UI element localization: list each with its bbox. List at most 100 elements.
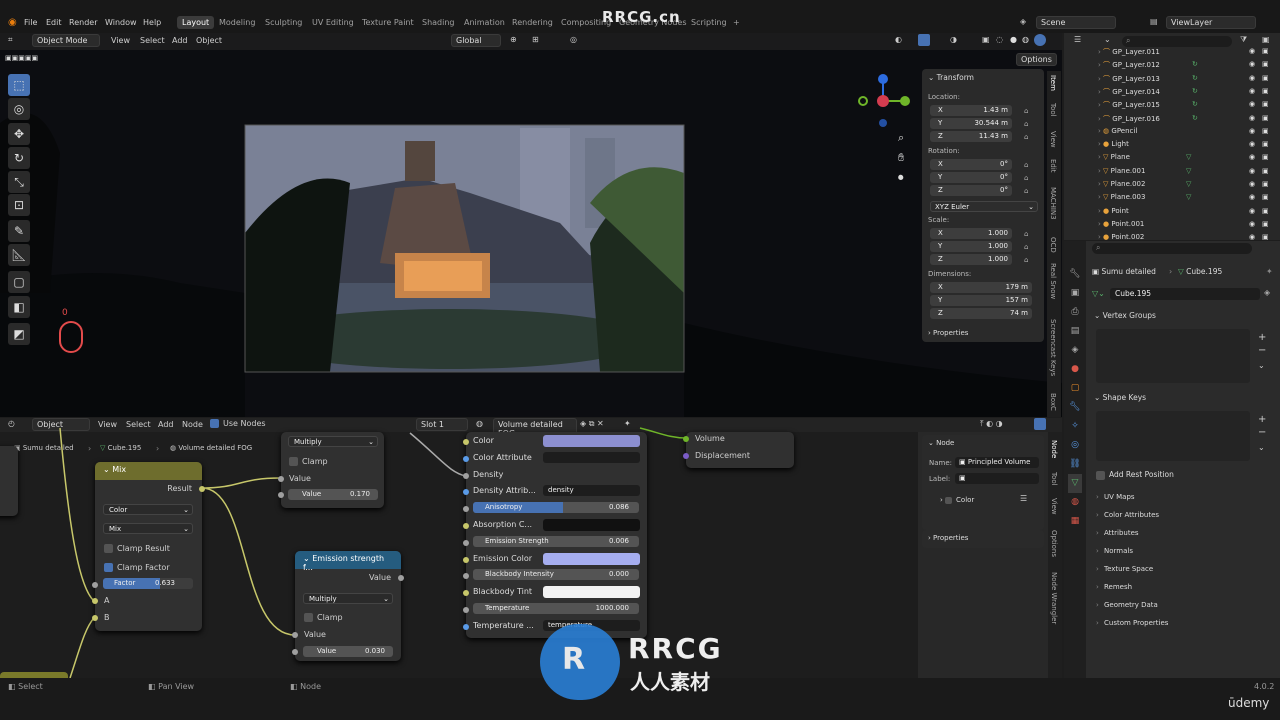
pv-input-socket[interactable] [463, 523, 469, 529]
material-output-node[interactable]: Volume Displacement [683, 432, 794, 468]
render-camera-icon[interactable]: ▣ [1262, 180, 1269, 188]
tab-real-snow[interactable]: Real Snow [1049, 263, 1057, 299]
zoom-icon[interactable]: ⌕ [898, 131, 904, 145]
principled-volume-node[interactable]: Color Color Attribute Density Density Attri… [463, 432, 647, 638]
pv-slider-field[interactable]: Emission Strength 0.006 [473, 535, 639, 547]
outliner-row[interactable]: › ● Point ◉ ▣ [1098, 207, 1273, 220]
pv-slider-field[interactable]: Blackbody Intensity 0.000 [473, 569, 639, 581]
render-camera-icon[interactable]: ▣ [1262, 87, 1269, 95]
mix-result-socket[interactable] [199, 486, 205, 492]
object-tab-icon[interactable]: ▢ [1068, 379, 1082, 398]
view-layer-tab-icon[interactable]: ▤ [1068, 322, 1082, 341]
dimension-y-field[interactable]: Y 157 m [930, 295, 1032, 306]
vertex-groups-list[interactable] [1096, 329, 1250, 383]
modifier-tab-icon[interactable]: 🔧︎ [1068, 398, 1082, 417]
shape-keys-list[interactable] [1096, 411, 1250, 461]
blender-logo-icon[interactable]: ◉ [8, 17, 17, 28]
factor-slider[interactable]: Factor 0.633 [103, 578, 193, 589]
properties-section-remesh[interactable]: › Remesh [1094, 580, 1274, 596]
world-tab-icon[interactable]: ● [1068, 360, 1082, 379]
render-camera-icon[interactable]: ▣ [1262, 140, 1269, 148]
node-label-field[interactable]: ▣ [955, 473, 1039, 484]
location-lock-icons[interactable]: ⌂ ⌂ ⌂ [1024, 105, 1028, 144]
expand-arrow-icon[interactable]: › [1098, 48, 1101, 56]
location-y-field[interactable]: Y 30.544 m [930, 118, 1012, 129]
render-camera-icon[interactable]: ▣ [1262, 153, 1269, 161]
properties-section-uv-maps[interactable]: › UV Maps [1094, 490, 1274, 506]
material-tab-icon[interactable]: ◍ [1068, 493, 1082, 512]
tab-node-view[interactable]: View [1050, 498, 1058, 515]
render-camera-icon[interactable]: ▣ [1262, 60, 1269, 68]
outliner-row[interactable]: › ⌒ GP_Layer.012 ◉ ▣ ↻ [1098, 60, 1273, 73]
volume-socket[interactable] [683, 436, 689, 442]
render-camera-icon[interactable]: ▣ [1262, 233, 1269, 241]
render-camera-icon[interactable]: ▣ [1262, 47, 1269, 55]
tab-scripting[interactable]: Scripting [691, 18, 727, 27]
display-mode-icon[interactable]: ⌄ [1104, 35, 1111, 44]
location-z-field[interactable]: Z 11.43 m [930, 131, 1012, 142]
visibility-eye-icon[interactable]: ◉ [1249, 140, 1255, 148]
properties-section-custom-properties[interactable]: › Custom Properties [1094, 616, 1274, 632]
pv-input-socket[interactable] [463, 489, 469, 496]
emission-value-field[interactable]: Value 0.030 [303, 646, 393, 657]
clamp-factor-checkbox[interactable]: Clamp Factor [104, 563, 170, 572]
pv-input-socket[interactable] [463, 506, 469, 513]
pan-hand-icon[interactable]: ✋︎ [898, 151, 904, 165]
vertex-groups-header[interactable]: ⌄ Vertex Groups [1094, 311, 1156, 320]
shape-key-specials-icon[interactable]: ⌄ [1258, 443, 1265, 452]
expand-arrow-icon[interactable]: › [1098, 101, 1101, 109]
rotation-z-field[interactable]: Z 0° [930, 185, 1012, 196]
expand-arrow-icon[interactable]: › [1098, 233, 1101, 241]
render-camera-icon[interactable]: ▣ [1262, 167, 1269, 175]
tab-node-tool[interactable]: Tool [1050, 472, 1058, 486]
displacement-socket[interactable] [683, 453, 689, 459]
rotation-x-field[interactable]: X 0° [930, 159, 1012, 170]
pv-attribute-field[interactable] [543, 451, 640, 463]
vertex-group-specials-icon[interactable]: ⌄ [1258, 361, 1265, 370]
expand-arrow-icon[interactable]: › [1098, 220, 1101, 228]
node-editor[interactable]: ◴ Object View Select Add Node Use Nodes … [0, 418, 1062, 678]
emission-value-out-socket[interactable] [398, 575, 404, 581]
properties-section-geometry-data[interactable]: › Geometry Data [1094, 598, 1274, 614]
scale-tool[interactable]: ⤡ [8, 171, 30, 193]
visibility-eye-icon[interactable]: ◉ [1249, 127, 1255, 135]
add-workspace-button[interactable]: + [733, 18, 740, 27]
visibility-eye-icon[interactable]: ◉ [1249, 60, 1255, 68]
pv-input-socket[interactable] [463, 472, 469, 479]
tab-animation[interactable]: Animation [464, 18, 505, 27]
socket-b[interactable] [92, 615, 98, 621]
node-color-subpanel[interactable]: › Color [940, 496, 974, 504]
tab-node-options[interactable]: Options [1050, 530, 1058, 557]
pv-input-socket[interactable] [463, 455, 469, 462]
mix-node-header[interactable]: ⌄ Mix [95, 462, 202, 480]
scale-y-field[interactable]: Y 1.000 [930, 241, 1012, 252]
extrude-tool[interactable]: ◧ [8, 296, 30, 318]
shape-keys-header[interactable]: ⌄ Shape Keys [1094, 393, 1146, 402]
visibility-eye-icon[interactable]: ◉ [1249, 47, 1255, 55]
pv-attribute-field[interactable]: density [543, 485, 640, 497]
emission-operation-dropdown[interactable]: Multiply ⌄ [303, 593, 393, 604]
expand-arrow-icon[interactable]: › [1098, 88, 1101, 96]
properties-section-texture-space[interactable]: › Texture Space [1094, 562, 1274, 578]
visibility-eye-icon[interactable]: ◉ [1249, 153, 1255, 161]
emission-strength-node[interactable]: ⌄ Emission strength f... Value Multiply ⌄… [292, 551, 404, 661]
rotate-tool[interactable]: ↻ [8, 147, 30, 169]
emission-clamp-checkbox[interactable]: Clamp [304, 613, 343, 622]
outliner-row[interactable]: › ▽ Plane.003 ◉ ▣ ▽ [1098, 193, 1273, 206]
expand-arrow-icon[interactable]: › [1098, 167, 1101, 175]
render-camera-icon[interactable]: ▣ [1262, 207, 1269, 215]
mix-data-type-dropdown[interactable]: Color ⌄ [103, 504, 193, 515]
pv-color-swatch[interactable] [543, 435, 640, 447]
mesh-data-icon[interactable]: ▽⌄ [1092, 289, 1105, 298]
new-collection-icon[interactable]: ▣ [1262, 35, 1270, 44]
transform-tool[interactable]: ⊡ [8, 194, 30, 216]
outliner-row[interactable]: › ⌒ GP_Layer.016 ◉ ▣ ↻ [1098, 114, 1273, 127]
visibility-eye-icon[interactable]: ◉ [1249, 233, 1255, 241]
visibility-eye-icon[interactable]: ◉ [1249, 220, 1255, 228]
pin-icon[interactable]: ✦ [1266, 267, 1273, 276]
math-value-field[interactable]: Value 0.170 [288, 489, 378, 500]
render-camera-icon[interactable]: ▣ [1262, 114, 1269, 122]
factor-socket[interactable] [92, 582, 98, 588]
shape-key-add-remove-buttons[interactable]: + − [1258, 413, 1266, 439]
node-name-field[interactable]: ▣ Principled Volume [955, 457, 1039, 468]
